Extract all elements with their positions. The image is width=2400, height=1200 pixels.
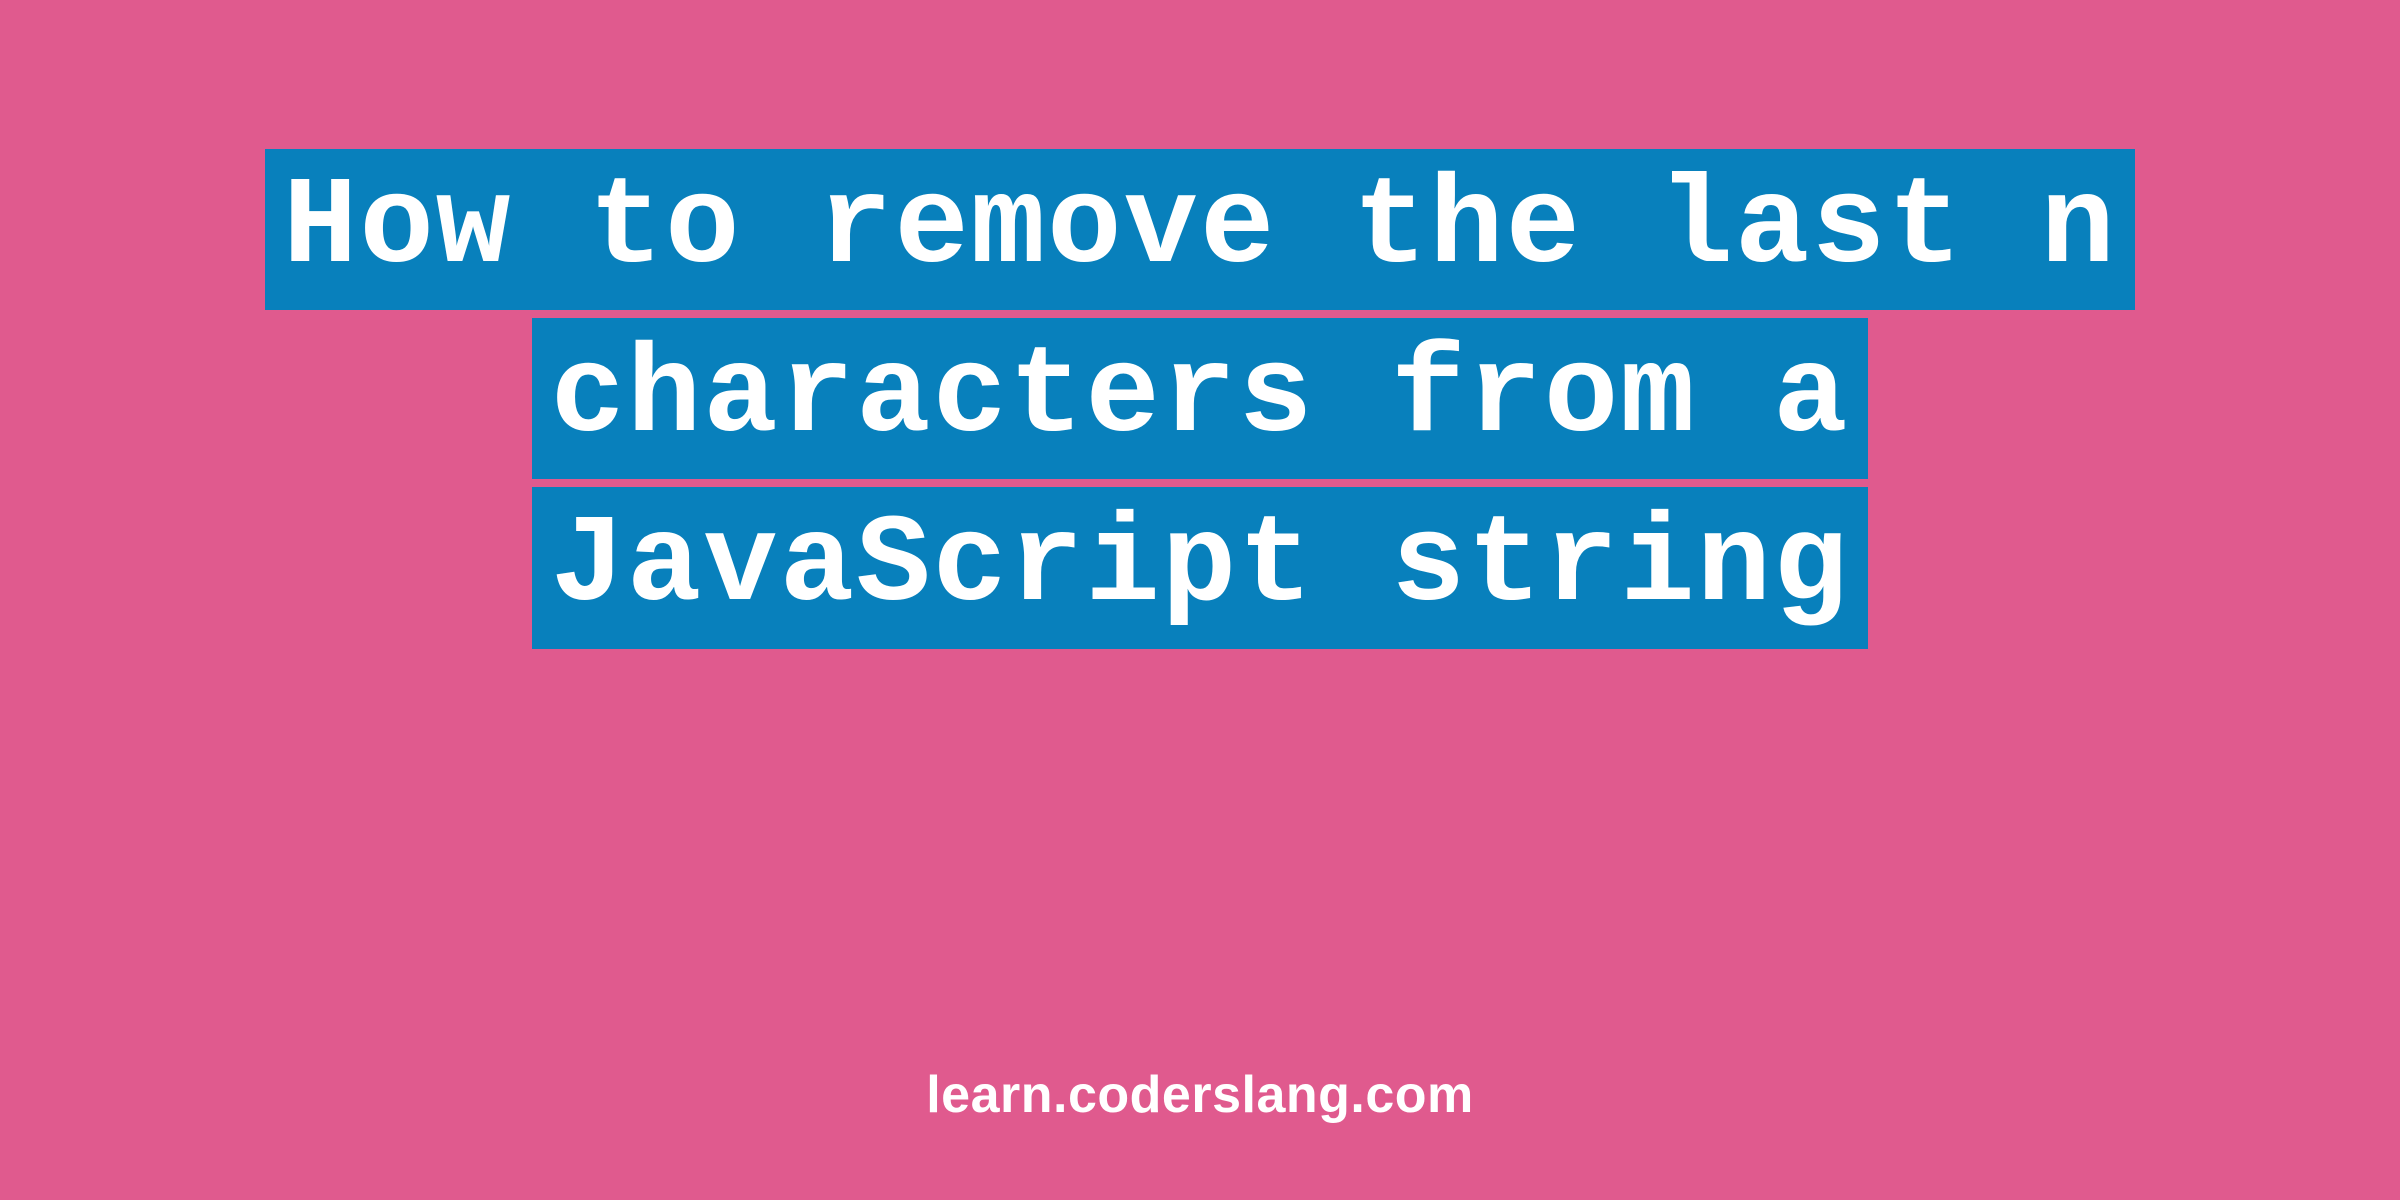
page-title: How to remove the last n characters from… [265, 145, 2135, 653]
title-line-2: characters from a [532, 318, 1867, 479]
title-line-3: JavaScript string [532, 487, 1867, 648]
footer-url: learn.coderslang.com [926, 1065, 1474, 1125]
title-line-1: How to remove the last n [265, 149, 2135, 310]
